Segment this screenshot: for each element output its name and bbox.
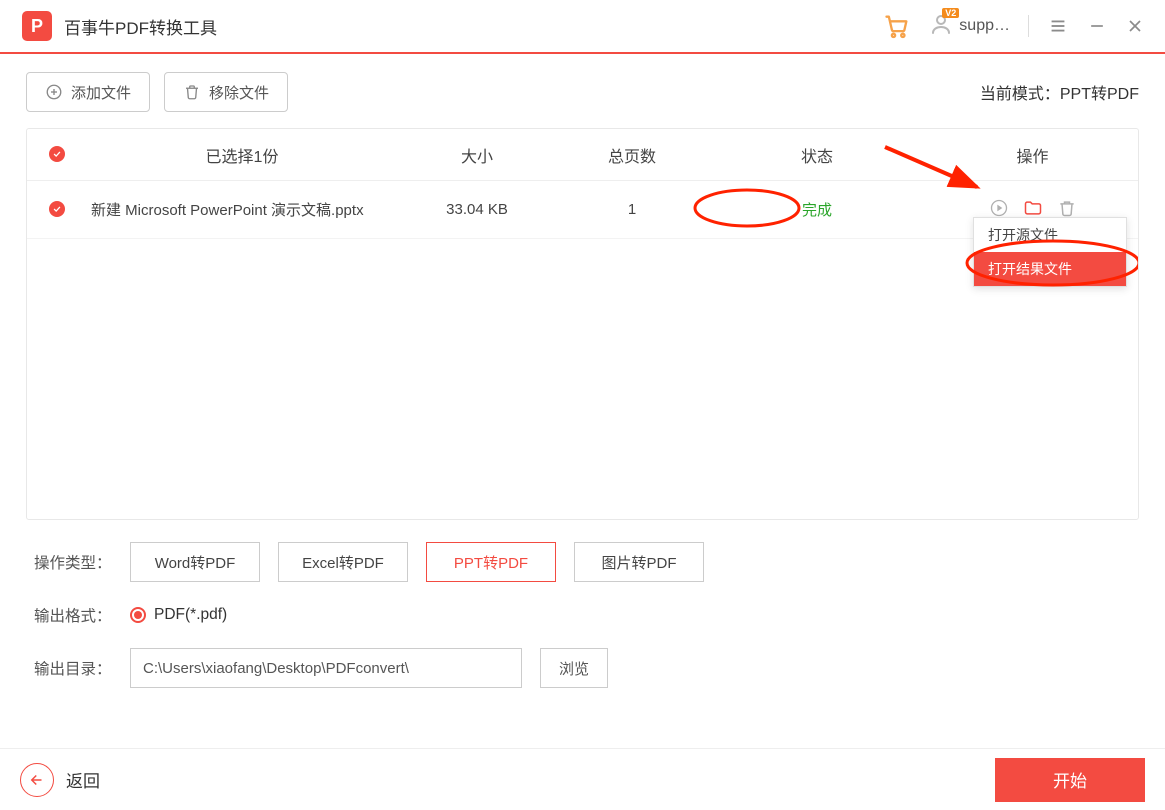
col-size: 大小 [397, 143, 557, 167]
output-dir-input[interactable] [130, 648, 522, 688]
output-format-row: 输出格式： PDF(*.pdf) [34, 604, 1139, 626]
app-title: 百事牛PDF转换工具 [64, 14, 217, 39]
app-logo: P [22, 11, 52, 41]
col-name: 已选择1份 [87, 143, 397, 167]
plus-icon [45, 83, 63, 101]
col-status: 状态 [707, 143, 927, 167]
start-button[interactable]: 开始 [995, 758, 1145, 802]
type-excel-pdf[interactable]: Excel转PDF [278, 542, 408, 582]
select-all[interactable] [27, 146, 87, 164]
current-mode: 当前模式：PPT转PDF [980, 80, 1139, 104]
row-status: 完成 [707, 199, 927, 220]
context-menu: 打开源文件 打开结果文件 [973, 217, 1127, 287]
operation-type-row: 操作类型： Word转PDF Excel转PDF PPT转PDF 图片转PDF [34, 542, 1139, 582]
add-file-button[interactable]: 添加文件 [26, 72, 150, 112]
back-label: 返回 [66, 767, 100, 792]
type-image-pdf[interactable]: 图片转PDF [574, 542, 704, 582]
col-pages: 总页数 [557, 143, 707, 167]
format-pdf-radio[interactable]: PDF(*.pdf) [130, 606, 227, 624]
operation-type-label: 操作类型： [34, 551, 112, 573]
menu-icon[interactable] [1047, 15, 1069, 37]
output-dir-label: 输出目录： [34, 657, 112, 679]
arrow-left-icon [20, 763, 54, 797]
table-header: 已选择1份 大小 总页数 状态 操作 [27, 129, 1138, 181]
user-icon: V2 [929, 12, 953, 41]
remove-file-label: 移除文件 [209, 82, 269, 103]
cart-icon[interactable] [883, 12, 911, 40]
main-area: 添加文件 移除文件 当前模式：PPT转PDF 已选择1份 大小 总页数 状态 操… [0, 54, 1165, 748]
row-size: 33.04 KB [397, 201, 557, 218]
format-pdf-label: PDF(*.pdf) [154, 606, 227, 624]
browse-button[interactable]: 浏览 [540, 648, 608, 688]
back-button[interactable]: 返回 [20, 763, 100, 797]
file-table: 已选择1份 大小 总页数 状态 操作 新建 Microsoft PowerPoi… [26, 128, 1139, 520]
footer: 返回 开始 [0, 748, 1165, 810]
minimize-button[interactable] [1087, 16, 1107, 36]
add-file-label: 添加文件 [71, 82, 131, 103]
output-format-label: 输出格式： [34, 604, 112, 626]
table-row: 新建 Microsoft PowerPoint 演示文稿.pptx 33.04 … [27, 181, 1138, 239]
trash-icon [183, 83, 201, 101]
remove-file-button[interactable]: 移除文件 [164, 72, 288, 112]
output-dir-row: 输出目录： 浏览 [34, 648, 1139, 688]
type-word-pdf[interactable]: Word转PDF [130, 542, 260, 582]
close-button[interactable] [1125, 16, 1145, 36]
col-ops: 操作 [927, 143, 1138, 167]
row-select[interactable] [27, 201, 87, 218]
user-account[interactable]: V2 supp… [929, 12, 1010, 41]
toolbar: 添加文件 移除文件 当前模式：PPT转PDF [26, 72, 1139, 112]
user-label: supp… [959, 17, 1010, 35]
divider [1028, 15, 1029, 37]
options-panel: 操作类型： Word转PDF Excel转PDF PPT转PDF 图片转PDF … [26, 542, 1139, 688]
row-pages: 1 [557, 201, 707, 218]
radio-checked-icon [130, 607, 146, 623]
type-ppt-pdf[interactable]: PPT转PDF [426, 542, 556, 582]
menu-open-result[interactable]: 打开结果文件 [974, 252, 1126, 286]
menu-open-source[interactable]: 打开源文件 [974, 218, 1126, 252]
vip-badge: V2 [942, 8, 959, 18]
titlebar: P 百事牛PDF转换工具 V2 supp… [0, 0, 1165, 54]
app-window: P 百事牛PDF转换工具 V2 supp… [0, 0, 1165, 810]
row-filename: 新建 Microsoft PowerPoint 演示文稿.pptx [87, 199, 397, 220]
